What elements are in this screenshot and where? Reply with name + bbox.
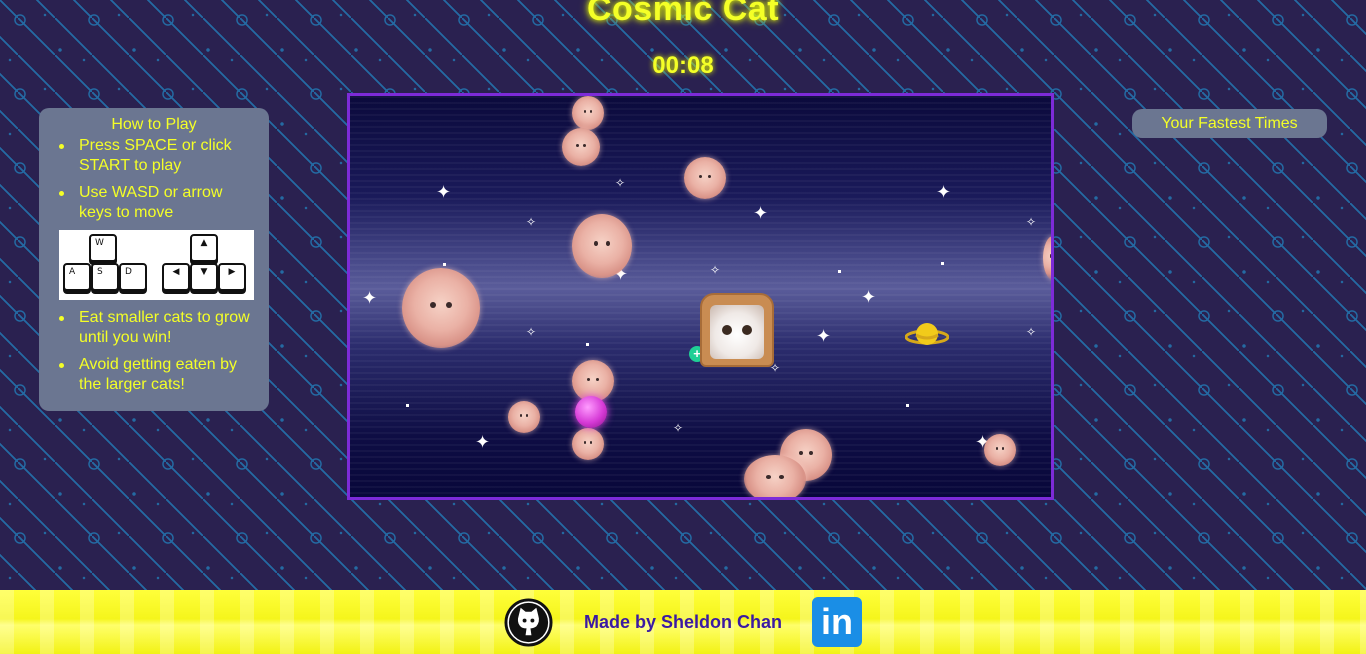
player-toast-cat: [700, 293, 774, 367]
key-up-arrow-icon: ▲: [190, 234, 218, 262]
enemy-cat: [572, 214, 632, 278]
enemy-cat: [984, 434, 1016, 466]
sparkle-star-icon: ✧: [615, 176, 626, 190]
key-d: D: [119, 263, 147, 291]
instruction-item: Press SPACE or click START to play: [49, 136, 259, 176]
github-icon[interactable]: [504, 598, 553, 647]
sparkle-star-icon: ✧: [710, 263, 721, 277]
instructions-list-continued: Eat smaller cats to grow until you win! …: [49, 308, 259, 395]
sparkle-star-icon: ✧: [1026, 325, 1037, 339]
key-down-arrow-icon: ▼: [190, 263, 218, 291]
enemy-cat: [572, 428, 604, 460]
game-timer: 00:08: [652, 52, 714, 79]
fastest-times-panel[interactable]: Your Fastest Times: [1132, 109, 1327, 138]
instructions-list: Press SPACE or click START to play Use W…: [49, 136, 259, 223]
enemy-cat: [562, 128, 600, 166]
enemy-cat: [744, 455, 806, 497]
sparkle-star-icon: ✧: [1026, 215, 1037, 229]
sparkle-star-icon: ✦: [936, 182, 952, 203]
key-w: W: [89, 234, 117, 262]
pixel-star: [443, 263, 446, 266]
key-right-arrow-icon: ▶: [218, 263, 246, 291]
footer: Made by Sheldon Chan in: [0, 590, 1366, 654]
sparkle-star-icon: ✦: [475, 432, 491, 453]
enemy-cat: [508, 401, 540, 433]
instruction-item: Eat smaller cats to grow until you win!: [49, 308, 259, 348]
made-by-credit: Made by Sheldon Chan: [584, 612, 783, 632]
keyboard-keys-image: W A S D ▲ ◀ ▼ ▶: [59, 230, 254, 300]
how-to-play-panel: How to Play Press SPACE or click START t…: [39, 108, 269, 411]
sparkle-star-icon: ✦: [816, 326, 832, 347]
pixel-star: [586, 343, 589, 346]
pixel-star: [906, 404, 909, 407]
linkedin-icon[interactable]: in: [812, 597, 862, 647]
sparkle-star-icon: ✧: [673, 421, 684, 435]
sparkle-star-icon: ✦: [436, 182, 452, 203]
how-to-play-title: How to Play: [111, 116, 197, 133]
sparkle-star-icon: ✧: [526, 325, 537, 339]
sparkle-star-icon: ✦: [362, 288, 378, 309]
magic-orb-powerup: [575, 396, 607, 428]
pixel-star: [406, 404, 409, 407]
sparkle-star-icon: ✦: [753, 203, 769, 224]
instruction-item: Avoid getting eaten by the larger cats!: [49, 355, 259, 395]
sparkle-star-icon: ✧: [526, 215, 537, 229]
game-canvas[interactable]: ✦ ✦ ✦ ✦ ✦ ✦ ✦ ✦ ✦ ✧ ✧ ✧ ✧ ✧ ✧ ✧ ✧ +: [347, 93, 1054, 500]
player-cat-face: [710, 305, 764, 359]
enemy-cat: [572, 96, 604, 130]
game-title: Cosmic Cat: [586, 0, 780, 28]
key-a: A: [63, 263, 91, 291]
pixel-star: [838, 270, 841, 273]
sparkle-star-icon: ✦: [861, 287, 877, 308]
key-left-arrow-icon: ◀: [162, 263, 190, 291]
key-s: S: [91, 263, 119, 291]
enemy-cat: [402, 268, 480, 348]
enemy-cat: [684, 157, 726, 199]
planet-powerup-icon: [905, 323, 949, 345]
instruction-item: Use WASD or arrow keys to move: [49, 183, 259, 223]
pixel-star: [941, 262, 944, 265]
